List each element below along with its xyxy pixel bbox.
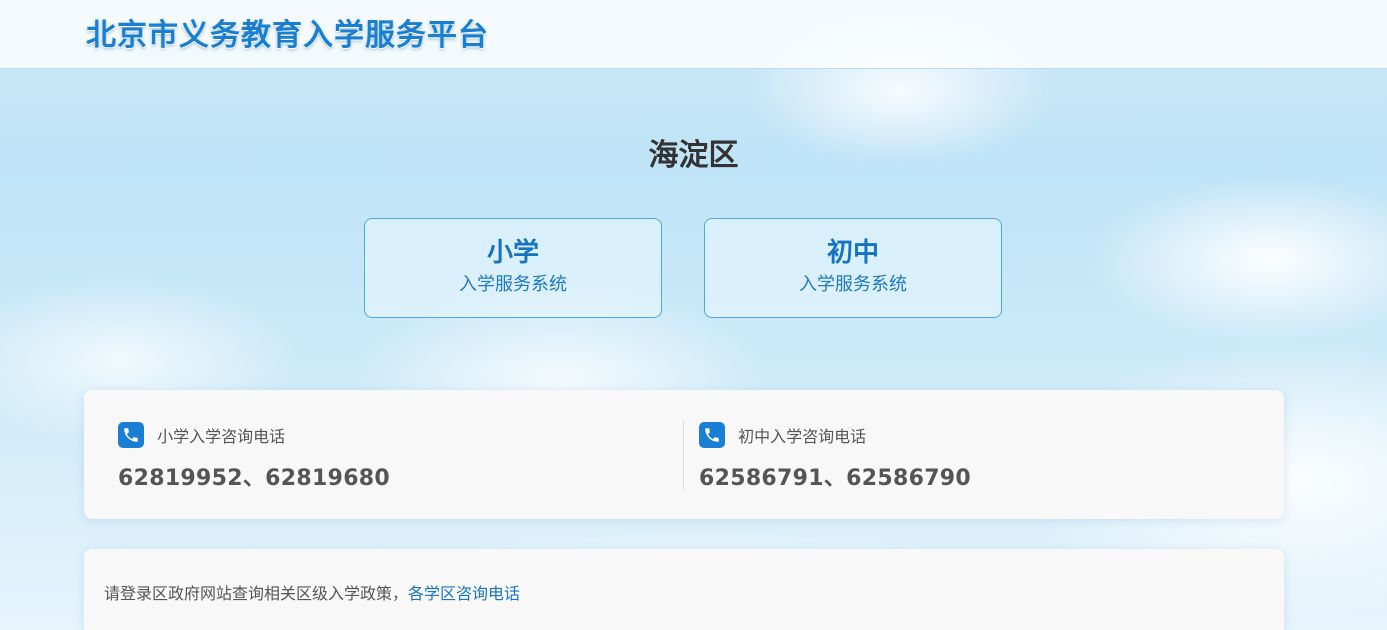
contact-phone-panel: 小学入学咨询电话 62819952、62819680 初中入学咨询电话 6258…	[84, 390, 1284, 519]
junior-school-subtitle: 入学服务系统	[799, 274, 907, 295]
junior-school-system-button[interactable]: 初中 入学服务系统	[704, 218, 1002, 318]
primary-contact-block: 小学入学咨询电话 62819952、62819680	[118, 422, 390, 492]
primary-contact-label: 小学入学咨询电话	[157, 427, 286, 446]
site-title: 北京市义务教育入学服务平台	[86, 18, 489, 53]
phone-icon	[118, 422, 144, 448]
primary-school-system-button[interactable]: 小学 入学服务系统	[364, 218, 662, 318]
primary-school-subtitle: 入学服务系统	[459, 274, 567, 295]
policy-text: 请登录区政府网站查询相关区级入学政策，	[104, 584, 409, 603]
primary-contact-numbers: 62819952、62819680	[118, 466, 391, 491]
junior-school-label: 初中	[826, 238, 879, 268]
district-phone-link[interactable]: 各学区咨询电话	[408, 584, 520, 603]
primary-school-label: 小学	[486, 238, 539, 268]
divider	[683, 420, 684, 490]
junior-contact-label: 初中入学咨询电话	[738, 427, 867, 446]
junior-contact-block: 初中入学咨询电话 62586791、62586790	[699, 422, 971, 492]
policy-panel: 请登录区政府网站查询相关区级入学政策，各学区咨询电话	[84, 549, 1284, 630]
district-title: 海淀区	[648, 138, 739, 173]
phone-icon	[699, 422, 725, 448]
top-header: 北京市义务教育入学服务平台	[0, 0, 1387, 69]
junior-contact-numbers: 62586791、62586790	[699, 466, 972, 491]
policy-notice: 请登录区政府网站查询相关区级入学政策，各学区咨询电话	[104, 580, 520, 604]
